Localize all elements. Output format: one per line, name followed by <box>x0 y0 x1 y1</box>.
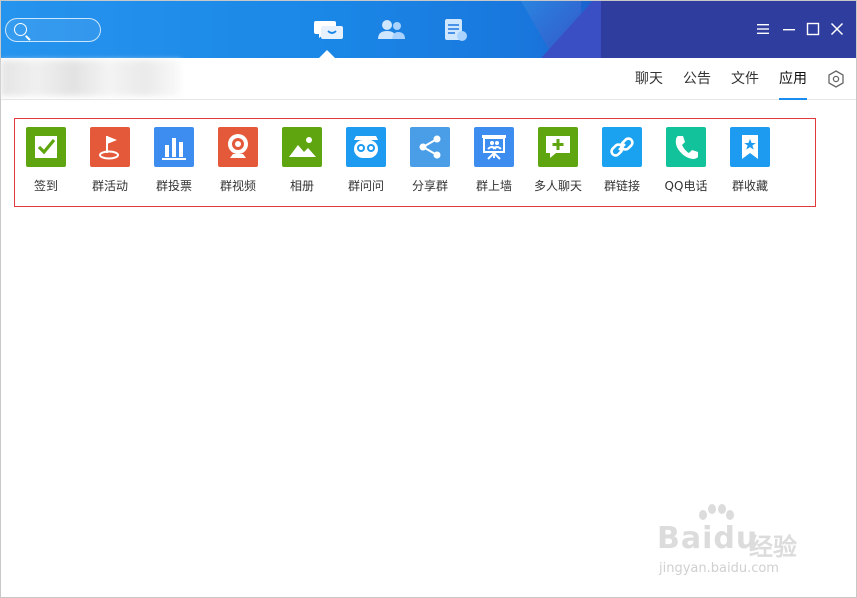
minimize-button[interactable] <box>781 21 797 37</box>
bookmark-icon <box>730 127 770 167</box>
app-group-activity[interactable]: 群活动 <box>78 127 142 197</box>
app-group-favorites[interactable]: 群收藏 <box>718 127 782 197</box>
maximize-icon <box>806 22 820 36</box>
members-icon <box>378 20 405 39</box>
app-group-link[interactable]: 群链接 <box>590 127 654 197</box>
app-share-group[interactable]: 分享群 <box>398 127 462 197</box>
tab-notes[interactable] <box>441 17 471 43</box>
watermark-logo: Baidu <box>657 521 759 556</box>
close-icon <box>830 22 844 36</box>
group-subnav: 聊天 公告 文件 应用 <box>1 58 856 100</box>
close-button[interactable] <box>829 21 845 37</box>
app-qq-phone[interactable]: QQ电话 <box>654 127 718 197</box>
link-icon <box>602 127 642 167</box>
presentation-icon <box>474 127 514 167</box>
checkin-icon <box>26 127 66 167</box>
app-group-wall[interactable]: 群上墙 <box>462 127 526 197</box>
app-group-qa[interactable]: 群问问 <box>334 127 398 197</box>
title-bar <box>1 1 856 58</box>
search-input[interactable] <box>5 18 101 42</box>
tab-announcement[interactable]: 公告 <box>683 68 711 100</box>
tab-members[interactable] <box>376 17 406 43</box>
menu-button[interactable] <box>755 21 771 37</box>
tab-chat-text[interactable]: 聊天 <box>635 68 663 100</box>
share-icon <box>410 127 450 167</box>
search-icon <box>14 23 27 36</box>
flag-icon <box>90 127 130 167</box>
hexagon-settings-icon <box>828 70 844 88</box>
minimize-icon <box>783 29 795 31</box>
app-album[interactable]: 相册 <box>270 127 334 197</box>
tab-apps[interactable]: 应用 <box>779 68 807 100</box>
maximize-button[interactable] <box>805 21 821 37</box>
webcam-icon <box>218 127 258 167</box>
settings-button[interactable] <box>827 70 845 88</box>
group-chat-window: 聊天 公告 文件 应用 签到 群活动 群投票 群视频 相册 群问问 分享群 群上… <box>0 0 857 598</box>
chat-plus-icon <box>538 127 578 167</box>
phone-icon <box>666 127 706 167</box>
chat-icon <box>314 21 343 39</box>
active-tab-indicator <box>319 50 335 58</box>
tab-files[interactable]: 文件 <box>731 68 759 100</box>
app-multi-chat[interactable]: 多人聊天 <box>526 127 590 197</box>
tab-chat[interactable] <box>313 17 343 43</box>
bar-chart-icon <box>154 127 194 167</box>
photo-icon <box>282 127 322 167</box>
app-grid: 签到 群活动 群投票 群视频 相册 群问问 分享群 群上墙 多人聊天 群链接 Q… <box>14 118 816 207</box>
owl-icon <box>346 127 386 167</box>
group-name-redacted <box>1 60 181 96</box>
watermark-title: 经验 <box>749 533 797 561</box>
app-group-vote[interactable]: 群投票 <box>142 127 206 197</box>
baidu-jingyan-watermark: Baidu 经验 jingyan.baidu.com <box>657 501 817 581</box>
menu-icon <box>757 24 769 34</box>
watermark-url: jingyan.baidu.com <box>659 561 779 576</box>
app-checkin[interactable]: 签到 <box>14 127 78 197</box>
app-group-video[interactable]: 群视频 <box>206 127 270 197</box>
notes-icon <box>445 19 467 41</box>
app-label: 群收藏 <box>731 179 768 193</box>
